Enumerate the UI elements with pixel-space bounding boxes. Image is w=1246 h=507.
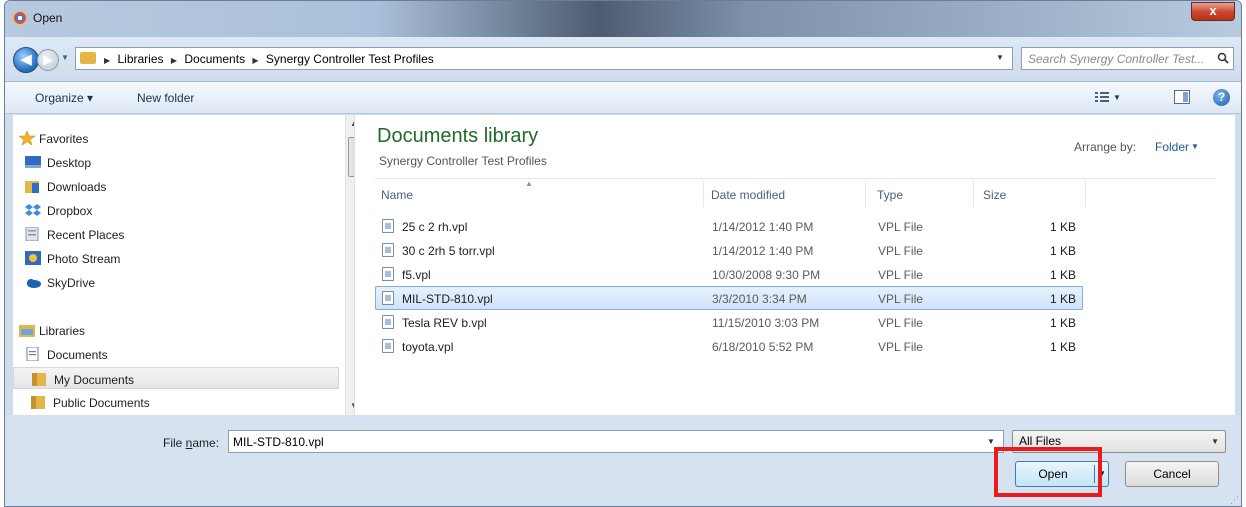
sidebar-item-photo-stream[interactable]: Photo Stream xyxy=(13,247,339,269)
back-button[interactable]: ◀ xyxy=(13,47,39,73)
file-name-dropdown-icon[interactable]: ▼ xyxy=(987,437,995,446)
file-row[interactable]: 30 c 2rh 5 torr.vpl 1/14/2012 1:40 PM VP… xyxy=(375,238,1083,262)
folder-icon xyxy=(80,52,96,64)
file-row[interactable]: Tesla REV b.vpl 11/15/2010 3:03 PM VPL F… xyxy=(375,310,1083,334)
sidebar-item-dropbox[interactable]: Dropbox xyxy=(13,199,339,221)
file-icon xyxy=(382,219,394,233)
downloads-icon xyxy=(25,181,39,193)
star-icon xyxy=(19,131,35,145)
column-header-type[interactable]: Type xyxy=(877,188,903,202)
address-dropdown-icon[interactable]: ▼ xyxy=(996,53,1004,62)
breadcrumb-chevron-icon[interactable]: ▶ xyxy=(252,56,258,65)
folder-icon xyxy=(31,396,45,409)
search-icon[interactable] xyxy=(1217,52,1229,64)
file-type-filter[interactable]: All Files ▼ xyxy=(1012,430,1226,453)
change-view-icon[interactable] xyxy=(1095,91,1109,103)
help-icon[interactable]: ? xyxy=(1213,89,1230,106)
history-dropdown-icon[interactable]: ▼ xyxy=(61,53,69,62)
search-box[interactable]: Search Synergy Controller Test... xyxy=(1021,47,1234,70)
file-icon xyxy=(382,315,394,329)
file-icon xyxy=(382,291,394,305)
file-icon xyxy=(382,339,394,353)
sidebar-header-libraries[interactable]: Libraries xyxy=(13,319,339,341)
file-row[interactable]: 25 c 2 rh.vpl 1/14/2012 1:40 PM VPL File… xyxy=(375,214,1083,238)
sidebar-scrollbar[interactable]: ▲ ▼ xyxy=(345,115,354,415)
sidebar-item-recent-places[interactable]: Recent Places xyxy=(13,223,339,245)
view-dropdown-icon[interactable]: ▼ xyxy=(1113,93,1121,102)
sort-ascending-icon: ▲ xyxy=(525,179,533,188)
column-header-name[interactable]: Name xyxy=(381,188,413,202)
navigation-pane: Favorites Desktop Downloads Dropbox Rece… xyxy=(13,115,355,415)
sidebar-item-desktop[interactable]: Desktop xyxy=(13,151,339,173)
breadcrumb-documents[interactable]: Documents xyxy=(184,52,245,66)
file-row[interactable]: f5.vpl 10/30/2008 9:30 PM VPL File 1 KB xyxy=(375,262,1083,286)
dialog-footer: File name: ▼ All Files ▼ Open ▼ Cancel ⋰ xyxy=(5,415,1241,506)
column-headers: ▲ Name Date modified Type Size xyxy=(375,178,1215,208)
scroll-thumb[interactable] xyxy=(348,137,354,177)
filter-dropdown-icon[interactable]: ▼ xyxy=(1211,437,1219,446)
command-bar: Organize ▾ New folder ▼ ? xyxy=(5,81,1241,114)
open-split-dropdown-icon[interactable]: ▼ xyxy=(1098,469,1106,478)
new-folder-button[interactable]: New folder xyxy=(137,91,194,105)
arrange-by-dropdown[interactable]: Folder xyxy=(1155,140,1189,154)
breadcrumb-chevron-icon[interactable]: ▶ xyxy=(104,56,110,65)
address-bar[interactable]: ▶ Libraries ▶ Documents ▶ Synergy Contro… xyxy=(75,47,1030,70)
title-bar: Open x xyxy=(5,1,1241,37)
file-name-input[interactable] xyxy=(228,430,1004,453)
address-bar-area: ◀ ▶ ▼ ▶ Libraries ▶ Documents ▶ Synergy … xyxy=(5,37,1241,81)
open-button[interactable]: Open ▼ xyxy=(1015,461,1109,487)
window-title: Open xyxy=(33,11,63,25)
resize-grip-icon[interactable]: ⋰ xyxy=(1230,495,1239,506)
breadcrumb-current-folder[interactable]: Synergy Controller Test Profiles xyxy=(266,52,434,66)
breadcrumb: ▶ Libraries ▶ Documents ▶ Synergy Contro… xyxy=(104,52,438,66)
dropbox-icon xyxy=(25,204,41,216)
close-button[interactable]: x xyxy=(1191,2,1235,21)
file-list-pane: Documents library Synergy Controller Tes… xyxy=(355,115,1235,415)
breadcrumb-libraries[interactable]: Libraries xyxy=(118,52,164,66)
library-title: Documents library xyxy=(377,125,539,147)
sidebar-item-downloads[interactable]: Downloads xyxy=(13,175,339,197)
organize-button[interactable]: Organize ▾ xyxy=(35,91,93,105)
file-row[interactable]: toyota.vpl 6/18/2010 5:52 PM VPL File 1 … xyxy=(375,334,1083,358)
file-icon xyxy=(382,243,394,257)
file-name-label: File name: xyxy=(163,436,220,450)
breadcrumb-chevron-icon[interactable]: ▶ xyxy=(171,56,177,65)
library-subtitle: Synergy Controller Test Profiles xyxy=(379,154,547,168)
preview-pane-icon[interactable] xyxy=(1174,90,1190,104)
file-icon xyxy=(382,267,394,281)
sidebar-item-documents[interactable]: Documents xyxy=(13,343,339,365)
sidebar-header-favorites[interactable]: Favorites xyxy=(13,127,339,149)
forward-button[interactable]: ▶ xyxy=(37,49,59,71)
search-placeholder: Search Synergy Controller Test... xyxy=(1028,52,1205,66)
photo-stream-icon xyxy=(25,251,41,265)
open-dialog: Open x ◀ ▶ ▼ ▶ Libraries ▶ Documents ▶ S… xyxy=(4,0,1242,507)
column-header-size[interactable]: Size xyxy=(983,188,1006,202)
arrange-by-label: Arrange by: xyxy=(1074,140,1137,154)
cancel-button[interactable]: Cancel xyxy=(1125,461,1219,487)
skydrive-icon xyxy=(27,279,41,288)
file-row-selected[interactable]: MIL-STD-810.vpl 3/3/2010 3:34 PM VPL Fil… xyxy=(375,286,1083,310)
recent-places-icon xyxy=(25,227,39,241)
sidebar-item-public-documents[interactable]: Public Documents xyxy=(13,391,339,413)
documents-icon xyxy=(26,347,39,361)
column-header-date-modified[interactable]: Date modified xyxy=(711,188,785,202)
chrome-icon xyxy=(13,11,27,25)
desktop-icon xyxy=(25,156,41,168)
sidebar-item-skydrive[interactable]: SkyDrive xyxy=(13,271,339,293)
arrange-dropdown-icon[interactable]: ▼ xyxy=(1191,142,1199,151)
folder-icon xyxy=(32,373,46,386)
libraries-icon xyxy=(19,325,35,337)
sidebar-item-my-documents[interactable]: My Documents xyxy=(13,367,339,389)
